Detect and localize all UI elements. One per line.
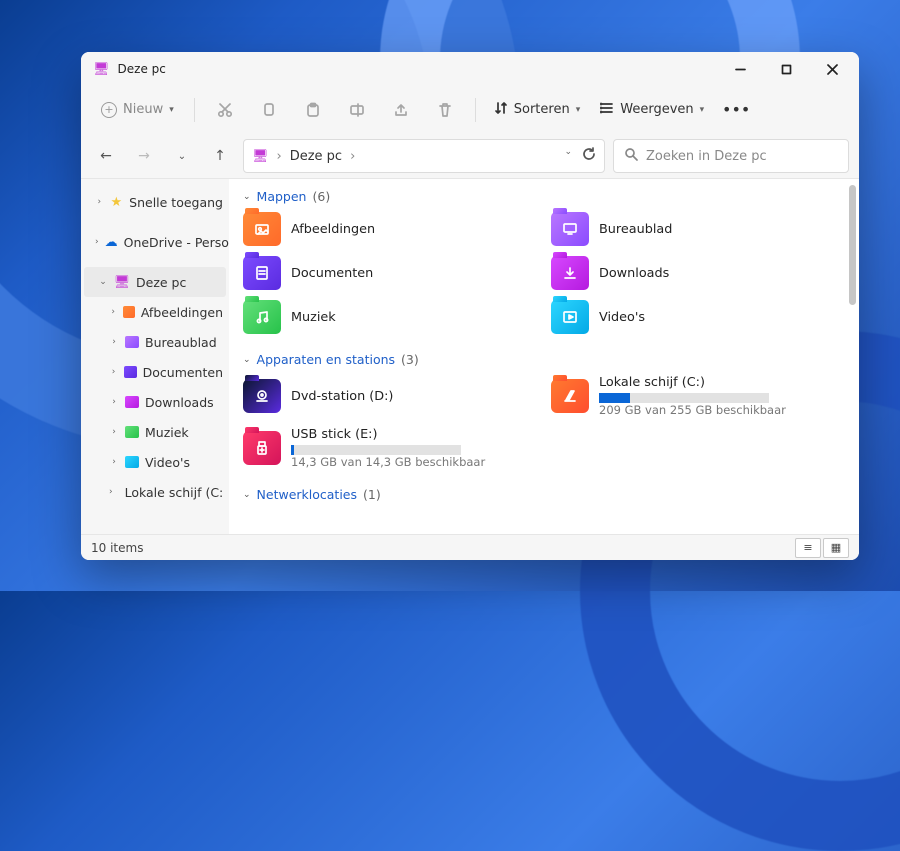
folder-icon <box>551 212 589 246</box>
refresh-button[interactable] <box>582 147 596 165</box>
group-header-folders[interactable]: ⌄Mappen (6) <box>229 179 859 210</box>
titlebar: 🖥 Deze pc <box>81 52 859 86</box>
search-input[interactable]: Zoeken in Deze pc <box>613 139 849 173</box>
status-bar: 10 items ≡ ▦ <box>81 534 859 560</box>
usb-drive-icon <box>243 431 281 465</box>
thispc-icon: 🖥 <box>93 62 110 77</box>
chevron-down-icon: ▾ <box>576 105 581 115</box>
item-count: 10 items <box>91 541 143 555</box>
group-header-devices[interactable]: ⌄Apparaten en stations (3) <box>229 342 859 373</box>
folder-icon <box>125 426 139 438</box>
star-icon: ★ <box>110 194 124 210</box>
sidebar-item-downloads[interactable]: ›Downloads <box>81 387 229 417</box>
folder-tile-music[interactable]: Muziek <box>243 300 531 334</box>
sidebar-item-onedrive[interactable]: ›☁OneDrive - Perso <box>81 227 229 257</box>
sidebar-item-desktop[interactable]: ›Bureaublad <box>81 327 229 357</box>
cloud-icon: ☁ <box>105 234 118 250</box>
nav-row: ← → ⌄ ↑ 🖥 › Deze pc › ⌄ Zoeken in Deze p… <box>81 134 859 178</box>
sidebar-item-thispc[interactable]: ⌄🖥Deze pc <box>84 267 226 297</box>
navigation-pane: ›★Snelle toegang ›☁OneDrive - Perso ⌄🖥De… <box>81 179 229 534</box>
back-button[interactable]: ← <box>91 141 121 171</box>
maximize-button[interactable] <box>763 52 809 86</box>
folder-tile-videos[interactable]: Video's <box>551 300 839 334</box>
explorer-body: ›★Snelle toegang ›☁OneDrive - Perso ⌄🖥De… <box>81 178 859 534</box>
drive-tile-local-c[interactable]: Lokale schijf (C:) 209 GB van 255 GB bes… <box>551 375 839 417</box>
folder-icon <box>551 256 589 290</box>
folder-tile-downloads[interactable]: Downloads <box>551 256 839 290</box>
drive-tile-usb[interactable]: USB stick (E:) 14,3 GB van 14,3 GB besch… <box>243 427 531 469</box>
chevron-down-icon: ⌄ <box>243 490 251 500</box>
forward-button[interactable]: → <box>129 141 159 171</box>
minimize-button[interactable] <box>717 52 763 86</box>
drive-capacity-bar <box>599 393 769 403</box>
view-icon <box>600 101 614 119</box>
address-dropdown-button[interactable]: ⌄ <box>564 147 572 165</box>
folder-icon <box>125 456 139 468</box>
chevron-down-icon: ⌄ <box>243 192 251 202</box>
plus-circle-icon: + <box>101 102 117 118</box>
window-title: Deze pc <box>118 62 166 76</box>
vertical-scrollbar[interactable] <box>845 179 859 534</box>
view-button[interactable]: Weergeven ▾ <box>592 95 712 125</box>
sidebar-item-videos[interactable]: ›Video's <box>81 447 229 477</box>
close-button[interactable] <box>809 52 855 86</box>
drive-tile-dvd[interactable]: Dvd-station (D:) <box>243 375 531 417</box>
up-button[interactable]: ↑ <box>205 141 235 171</box>
share-button[interactable] <box>381 92 421 128</box>
more-button[interactable]: ••• <box>716 92 756 128</box>
cut-button[interactable] <box>205 92 245 128</box>
drive-capacity-bar <box>291 445 461 455</box>
dvd-drive-icon <box>243 379 281 413</box>
chevron-down-icon: ⌄ <box>243 355 251 365</box>
folder-icon <box>243 300 281 334</box>
tiles-view-button[interactable]: ▦ <box>823 538 849 558</box>
sort-button[interactable]: Sorteren ▾ <box>486 95 588 125</box>
sidebar-item-quick-access[interactable]: ›★Snelle toegang <box>81 187 229 217</box>
content-pane: ⌄Mappen (6) Afbeeldingen Bureaublad Docu… <box>229 179 859 534</box>
sidebar-item-music[interactable]: ›Muziek <box>81 417 229 447</box>
folder-tile-documents[interactable]: Documenten <box>243 256 531 290</box>
sidebar-item-documents[interactable]: ›Documenten <box>81 357 229 387</box>
sidebar-item-pictures[interactable]: ›Afbeeldingen <box>81 297 229 327</box>
group-header-network[interactable]: ⌄Netwerklocaties (1) <box>229 477 859 502</box>
recent-locations-button[interactable]: ⌄ <box>167 141 197 171</box>
folder-icon <box>125 336 139 348</box>
rename-button[interactable] <box>337 92 377 128</box>
disk-drive-icon <box>551 379 589 413</box>
folder-icon <box>125 396 139 408</box>
folder-icon <box>243 212 281 246</box>
folder-tile-desktop[interactable]: Bureaublad <box>551 212 839 246</box>
new-button[interactable]: + Nieuw ▾ <box>91 96 184 124</box>
copy-button[interactable] <box>249 92 289 128</box>
chevron-down-icon: ▾ <box>169 105 174 115</box>
sort-icon <box>494 101 508 119</box>
breadcrumb-item[interactable]: Deze pc <box>290 149 342 164</box>
details-view-button[interactable]: ≡ <box>795 538 821 558</box>
folder-icon <box>551 300 589 334</box>
folder-icon <box>123 306 135 318</box>
monitor-icon: 🖥 <box>114 274 130 290</box>
thispc-icon: 🖥 <box>252 149 269 164</box>
paste-button[interactable] <box>293 92 333 128</box>
folder-icon <box>243 256 281 290</box>
address-bar[interactable]: 🖥 › Deze pc › ⌄ <box>243 139 605 173</box>
file-explorer-window: 🖥 Deze pc + Nieuw ▾ Sorteren ▾ W <box>81 52 859 560</box>
search-icon <box>624 147 638 165</box>
folder-icon <box>124 366 137 378</box>
delete-button[interactable] <box>425 92 465 128</box>
command-bar: + Nieuw ▾ Sorteren ▾ Weergeven ▾ ••• <box>81 86 859 134</box>
sidebar-item-localdisk[interactable]: ›Lokale schijf (C: <box>81 477 229 507</box>
folder-tile-pictures[interactable]: Afbeeldingen <box>243 212 531 246</box>
chevron-down-icon: ▾ <box>700 105 705 115</box>
